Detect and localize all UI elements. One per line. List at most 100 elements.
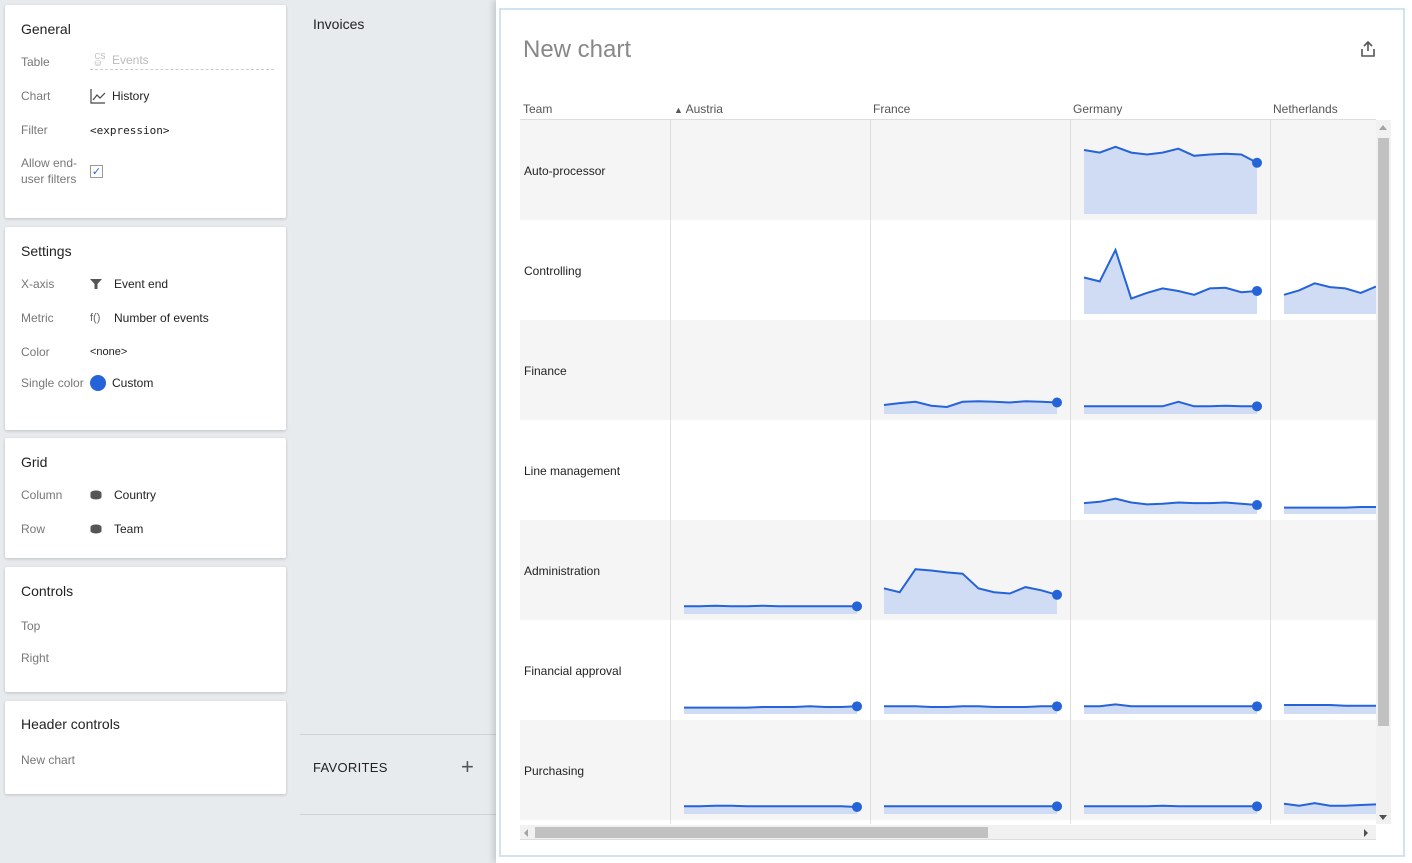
sparkline-auto-processor-germany[interactable]: [1070, 120, 1270, 220]
vertical-scrollbar[interactable]: [1376, 120, 1391, 824]
plus-icon[interactable]: +: [461, 756, 474, 778]
row-label: Financial approval: [524, 664, 622, 678]
filter-row: Filter <expression>: [21, 122, 274, 138]
filter-expression-input[interactable]: <expression>: [90, 124, 169, 137]
chart-type-select[interactable]: History: [90, 88, 149, 104]
metric-select[interactable]: f() Number of events: [90, 311, 209, 325]
database-cs-icon: CS ⛁: [94, 52, 106, 68]
sparkline-finance-germany[interactable]: [1070, 320, 1270, 420]
color-select[interactable]: <none>: [90, 346, 127, 358]
table-row: Auto-processor: [520, 120, 1376, 220]
sparkline-controlling-netherlands[interactable]: [1270, 220, 1376, 320]
sparkline-financial-approval-netherlands[interactable]: [1270, 620, 1376, 720]
horizontal-scroll-thumb[interactable]: [535, 827, 988, 838]
sparkline-line: [1084, 804, 1257, 808]
row-label: Line management: [524, 464, 621, 478]
general-panel: General Table CS ⛁ Events Chart History F…: [5, 5, 286, 218]
table-row: Administration: [520, 520, 1376, 620]
sparkline-last-point: [1252, 157, 1262, 168]
xaxis-select[interactable]: Event end: [90, 277, 168, 291]
controls-top-slot[interactable]: Top: [21, 618, 90, 634]
table-label: Table: [21, 54, 50, 69]
sparkline-line: [1084, 703, 1257, 708]
chart-row: Chart History: [21, 88, 274, 104]
favorites-label: FAVORITES: [313, 760, 388, 775]
list-item-invoices[interactable]: Invoices: [313, 16, 364, 32]
single-color-row: Single color Custom: [21, 375, 274, 391]
table-select[interactable]: CS ⛁ Events: [90, 53, 274, 70]
line-chart-icon: [90, 88, 110, 104]
sparkline-last-point: [852, 601, 862, 612]
divider: [300, 734, 496, 735]
horizontal-scrollbar[interactable]: [520, 825, 1376, 840]
sparkline-purchasing-austria[interactable]: [670, 720, 870, 820]
row-select[interactable]: Team: [90, 522, 143, 536]
chart-value: History: [112, 89, 150, 103]
scroll-left-icon[interactable]: [524, 829, 528, 837]
sparkline-last-point: [1052, 701, 1062, 712]
sparkline-administration-austria[interactable]: [670, 520, 870, 620]
xaxis-row: X-axis Event end: [21, 276, 274, 292]
scroll-right-icon[interactable]: [1364, 829, 1368, 837]
header-controls-panel: Header controls New chart: [5, 701, 286, 794]
sparkline-line-management-netherlands[interactable]: [1270, 420, 1376, 520]
sparkline-last-point: [1252, 500, 1262, 511]
allow-filters-label: Allow end-user filters: [21, 156, 78, 186]
allow-filters-checkbox[interactable]: ✓: [90, 164, 103, 178]
sparkline-last-point: [1052, 589, 1062, 600]
row-value: Team: [114, 522, 144, 536]
header-new-chart-slot[interactable]: New chart: [21, 752, 75, 768]
table-row: Finance: [520, 320, 1376, 420]
chart-editor: New chart Team ▲ Austria France Germany …: [496, 0, 1412, 863]
xaxis-value: Event end: [114, 277, 169, 291]
sparkline-purchasing-netherlands[interactable]: [1270, 720, 1376, 820]
table-row: Line management: [520, 420, 1376, 520]
column-label: Column: [21, 488, 63, 502]
filter-label: Filter: [21, 123, 48, 137]
sparkline-financial-approval-germany[interactable]: [1070, 620, 1270, 720]
sparkline-controlling-germany[interactable]: [1070, 220, 1270, 320]
database-icon: [90, 490, 110, 500]
sparkline-purchasing-france[interactable]: [870, 720, 1070, 820]
column-select[interactable]: Country: [90, 488, 156, 502]
vertical-scroll-thumb[interactable]: [1378, 138, 1389, 726]
scroll-up-icon[interactable]: [1379, 125, 1387, 130]
sparkline-administration-france[interactable]: [870, 520, 1070, 620]
sparkline-line-management-germany[interactable]: [1070, 420, 1270, 520]
chart-label: Chart: [21, 89, 51, 103]
sparkline-area: [1084, 146, 1257, 214]
row-label: Auto-processor: [524, 164, 606, 178]
settings-panel: Settings X-axis Event end Metric f() Num…: [5, 227, 286, 430]
sparkline-financial-approval-austria[interactable]: [670, 620, 870, 720]
settings-title: Settings: [21, 243, 72, 259]
sparkline-line: [1283, 802, 1376, 807]
column-divider: [670, 120, 671, 824]
chart-title: New chart: [523, 36, 632, 63]
scroll-down-icon[interactable]: [1379, 815, 1387, 820]
row-label: Purchasing: [524, 764, 585, 778]
color-label: Color: [21, 345, 50, 359]
single-color-picker[interactable]: Custom: [90, 375, 153, 391]
color-swatch-icon: [90, 375, 106, 391]
general-title: General: [21, 21, 71, 37]
sparkline-last-point: [852, 701, 862, 712]
sparkline-finance-france[interactable]: [870, 320, 1070, 420]
sparkline-purchasing-germany[interactable]: [1070, 720, 1270, 820]
divider: [300, 814, 496, 815]
metric-label: Metric: [21, 311, 54, 325]
sparkline-financial-approval-france[interactable]: [870, 620, 1070, 720]
sort-ascending-icon: ▲: [674, 105, 683, 115]
controls-right-slot[interactable]: Right: [21, 650, 90, 666]
sparkline-line: [1284, 704, 1376, 707]
column-row: Column Country: [21, 487, 274, 503]
export-icon[interactable]: [1359, 40, 1379, 60]
table-row: Purchasing: [520, 720, 1376, 820]
table-value: Events: [112, 53, 149, 67]
grid-title: Grid: [21, 454, 48, 470]
color-row: Color <none>: [21, 344, 274, 360]
filter-icon: [90, 278, 110, 290]
table-row: Financial approval: [520, 620, 1376, 720]
grid-panel: Grid Column Country Row Team: [5, 438, 286, 558]
table-row: Controlling: [520, 220, 1376, 320]
column-divider: [1070, 120, 1071, 824]
